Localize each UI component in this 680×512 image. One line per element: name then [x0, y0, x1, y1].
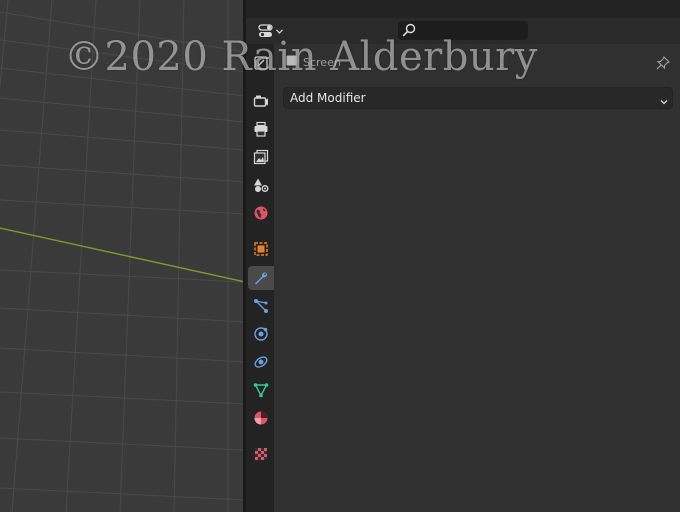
x-axis-line [0, 227, 245, 283]
editor-type-button[interactable] [255, 22, 285, 40]
search-icon [402, 23, 416, 43]
tab-constraints[interactable] [248, 350, 274, 374]
object-square-icon [253, 241, 269, 257]
tab-physics[interactable] [248, 322, 274, 346]
viewport-grid [0, 0, 245, 512]
properties-header [246, 18, 680, 44]
breadcrumb-label: Screen [303, 55, 341, 69]
search-field[interactable] [398, 21, 528, 40]
add-modifier-label: Add Modifier [290, 91, 366, 105]
object-constraint-icon [253, 354, 269, 370]
tab-modifiers[interactable] [248, 266, 274, 290]
tab-world[interactable] [248, 201, 274, 225]
pin-icon[interactable] [656, 55, 671, 74]
add-modifier-dropdown[interactable]: Add Modifier [283, 87, 673, 109]
blender-window: Screen Add Modifier ©2020 Rain Alderbury [0, 0, 680, 512]
tab-view-layer[interactable] [248, 145, 274, 169]
mesh-data-triangle-icon [253, 382, 269, 398]
physics-orbit-icon [253, 326, 269, 342]
texture-checker-icon [253, 446, 269, 462]
tab-render[interactable] [248, 89, 274, 113]
tab-data[interactable] [248, 378, 274, 402]
wrench-icon [253, 270, 269, 286]
properties-editor: Screen Add Modifier [246, 0, 680, 512]
material-sphere-icon [253, 410, 269, 426]
scene-icon [253, 177, 269, 193]
tab-output[interactable] [248, 117, 274, 141]
properties-editor-icon [257, 24, 274, 38]
tab-particles[interactable] [248, 294, 274, 318]
properties-tabs [246, 44, 274, 512]
tab-tool[interactable] [248, 51, 274, 75]
search-input[interactable] [420, 21, 520, 40]
chevron-down-icon [660, 93, 668, 113]
view-layer-icon [253, 149, 269, 165]
tab-scene[interactable] [248, 173, 274, 197]
3d-viewport[interactable] [0, 0, 245, 512]
tool-icon [253, 55, 269, 71]
screen-icon [286, 55, 297, 69]
world-globe-icon [253, 205, 269, 221]
render-camera-icon [253, 93, 269, 109]
chevron-down-icon [275, 28, 283, 34]
tab-texture[interactable] [248, 442, 274, 466]
top-strip [246, 0, 680, 18]
particles-icon [253, 298, 269, 314]
tab-material[interactable] [248, 406, 274, 430]
breadcrumb: Screen [286, 54, 341, 70]
printer-output-icon [253, 121, 269, 137]
tab-object[interactable] [248, 237, 274, 261]
